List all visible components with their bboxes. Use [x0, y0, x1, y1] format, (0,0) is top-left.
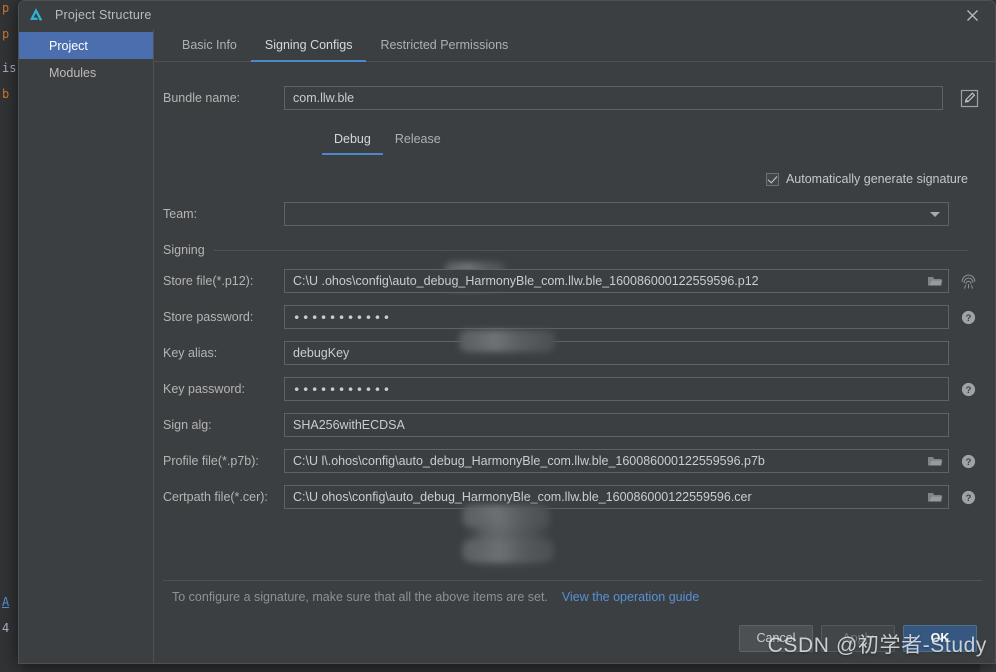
- code-fragment: b: [2, 87, 10, 101]
- team-label: Team:: [163, 207, 198, 221]
- tab-restricted-permissions[interactable]: Restricted Permissions: [366, 29, 522, 62]
- certpath-file-cer-row: Certpath file(*.cer): C:\U ohos\config\au…: [154, 485, 981, 509]
- sidebar-item-label: Project: [49, 38, 88, 53]
- team-row: Team:: [154, 202, 981, 226]
- footer-hint-text: To configure a signature, make sure that…: [172, 590, 548, 604]
- tab-basic-info[interactable]: Basic Info: [168, 29, 251, 62]
- auto-generate-signature-row: Automatically generate signature: [154, 172, 981, 186]
- project-structure-dialog: Project Structure Project Modules Basic …: [18, 0, 996, 664]
- key-alias-input[interactable]: debugKey: [284, 341, 949, 365]
- sidebar-item-label: Modules: [49, 65, 97, 80]
- certpath-file-cer-input[interactable]: C:\U ohos\config\auto_debug_HarmonyBle_c…: [284, 485, 949, 509]
- folder-open-icon[interactable]: [922, 486, 948, 508]
- dialog-body: Project Modules Basic Info Signing Confi…: [19, 29, 995, 663]
- sign-alg-label: Sign alg:: [163, 418, 212, 432]
- cursor-redaction-blur: [474, 514, 544, 560]
- profile-file-p7b-value: C:\U l\.ohos\config\auto_debug_HarmonyBl…: [293, 454, 765, 468]
- profile-file-p7b-label: Profile file(*.p7b):: [163, 454, 259, 468]
- operation-guide-link[interactable]: View the operation guide: [562, 590, 699, 604]
- build-variant-tabs: Debug Release: [322, 132, 995, 155]
- variant-tab-debug[interactable]: Debug: [322, 132, 383, 155]
- code-fragment: p: [2, 1, 10, 15]
- folder-open-icon[interactable]: [922, 270, 948, 292]
- tab-signing-configs[interactable]: Signing Configs: [250, 29, 367, 62]
- signing-section-divider: [213, 249, 968, 251]
- dialog-button-bar: Cancel Apply OK CSDN @初学者-Study: [154, 613, 995, 663]
- key-password-row: Key password: •••••••••••?: [154, 377, 981, 401]
- help-circle-icon[interactable]: ?: [955, 310, 981, 325]
- store-file-p12-label: Store file(*.p12):: [163, 274, 254, 288]
- signing-section-header: Signing: [154, 243, 981, 257]
- code-fragment: A: [2, 595, 10, 609]
- key-password-label: Key password:: [163, 382, 245, 396]
- footer-hint: To configure a signature, make sure that…: [163, 580, 982, 613]
- profile-file-p7b-input[interactable]: C:\U l\.ohos\config\auto_debug_HarmonyBl…: [284, 449, 949, 473]
- fingerprint-icon[interactable]: [955, 273, 981, 290]
- variant-tab-label: Release: [394, 132, 441, 146]
- auto-generate-signature-checkbox[interactable]: [765, 172, 779, 186]
- variant-tab-label: Debug: [334, 132, 371, 146]
- bundle-name-label: Bundle name:: [163, 91, 241, 105]
- tab-label: Signing Configs: [264, 37, 353, 52]
- tab-bar: Basic Info Signing Configs Restricted Pe…: [154, 29, 995, 62]
- svg-text:?: ?: [965, 457, 971, 468]
- cancel-button-label: Cancel: [756, 631, 796, 645]
- sidebar-item-modules[interactable]: Modules: [19, 59, 153, 86]
- tab-label: Basic Info: [182, 37, 237, 52]
- apply-button: Apply: [821, 624, 895, 652]
- help-circle-icon[interactable]: ?: [955, 454, 981, 469]
- code-fragment: is: [2, 61, 17, 75]
- edit-pencil-icon[interactable]: [957, 86, 981, 110]
- code-fragment: p: [2, 27, 10, 41]
- certpath-file-cer-value: C:\U ohos\config\auto_debug_HarmonyBle_c…: [293, 490, 752, 504]
- key-alias-row: Key alias: debugKey: [154, 341, 981, 365]
- store-password-row: Store password: •••••••••••?: [154, 305, 981, 329]
- certpath-file-cer-label: Certpath file(*.cer):: [163, 490, 268, 504]
- key-password-value: •••••••••••: [293, 381, 392, 397]
- signing-section-label: Signing: [163, 243, 205, 257]
- bundle-name-value: com.llw.ble: [293, 91, 355, 105]
- sidebar-item-project[interactable]: Project: [19, 32, 153, 59]
- store-password-input[interactable]: •••••••••••: [284, 305, 949, 329]
- chevron-down-icon: [930, 212, 940, 217]
- key-alias-value: debugKey: [293, 346, 350, 360]
- ok-button[interactable]: OK: [903, 624, 977, 652]
- key-password-input[interactable]: •••••••••••: [284, 377, 949, 401]
- folder-open-icon[interactable]: [922, 450, 948, 472]
- store-file-p12-value: C:\U .ohos\config\auto_debug_HarmonyBle_…: [293, 274, 759, 288]
- apply-button-label: Apply: [842, 631, 874, 645]
- sign-alg-value: SHA256withECDSA: [293, 418, 405, 432]
- store-file-p12-input[interactable]: C:\U .ohos\config\auto_debug_HarmonyBle_…: [284, 269, 949, 293]
- help-circle-icon[interactable]: ?: [955, 382, 981, 397]
- store-password-label: Store password:: [163, 310, 254, 324]
- bundle-name-input[interactable]: com.llw.ble: [284, 86, 943, 110]
- ok-button-label: OK: [930, 631, 950, 645]
- help-circle-icon[interactable]: ?: [955, 490, 981, 505]
- close-icon[interactable]: [949, 1, 995, 29]
- svg-text:?: ?: [965, 313, 971, 324]
- settings-pane: Bundle name: com.llw.ble Debug Release A…: [154, 62, 995, 580]
- certpath-file-redaction-blur: [462, 540, 554, 562]
- svg-text:?: ?: [965, 385, 971, 396]
- dialog-title: Project Structure: [55, 8, 152, 22]
- sign-alg-input[interactable]: SHA256withECDSA: [284, 413, 949, 437]
- sign-alg-row: Sign alg: SHA256withECDSA: [154, 413, 981, 437]
- cancel-button[interactable]: Cancel: [739, 624, 813, 652]
- signing-fields-container: Store file(*.p12): C:\U .ohos\config\auto…: [154, 269, 981, 509]
- bundle-name-row: Bundle name: com.llw.ble: [154, 62, 981, 110]
- store-password-value: •••••••••••: [293, 309, 392, 325]
- huawei-devEco-logo-icon: [27, 6, 45, 24]
- auto-generate-signature-label: Automatically generate signature: [785, 172, 968, 186]
- variant-tab-release[interactable]: Release: [383, 132, 453, 155]
- tab-label: Restricted Permissions: [380, 37, 509, 52]
- code-fragment: 4: [2, 621, 10, 635]
- dialog-titlebar: Project Structure: [19, 1, 995, 29]
- svg-text:?: ?: [965, 493, 971, 504]
- store-file-p12-row: Store file(*.p12): C:\U .ohos\config\auto…: [154, 269, 981, 293]
- team-dropdown[interactable]: [284, 202, 949, 226]
- profile-file-p7b-row: Profile file(*.p7b): C:\U l\.ohos\config\…: [154, 449, 981, 473]
- dialog-sidebar: Project Modules: [19, 29, 154, 663]
- dialog-content: Basic Info Signing Configs Restricted Pe…: [154, 29, 995, 663]
- key-alias-label: Key alias:: [163, 346, 218, 360]
